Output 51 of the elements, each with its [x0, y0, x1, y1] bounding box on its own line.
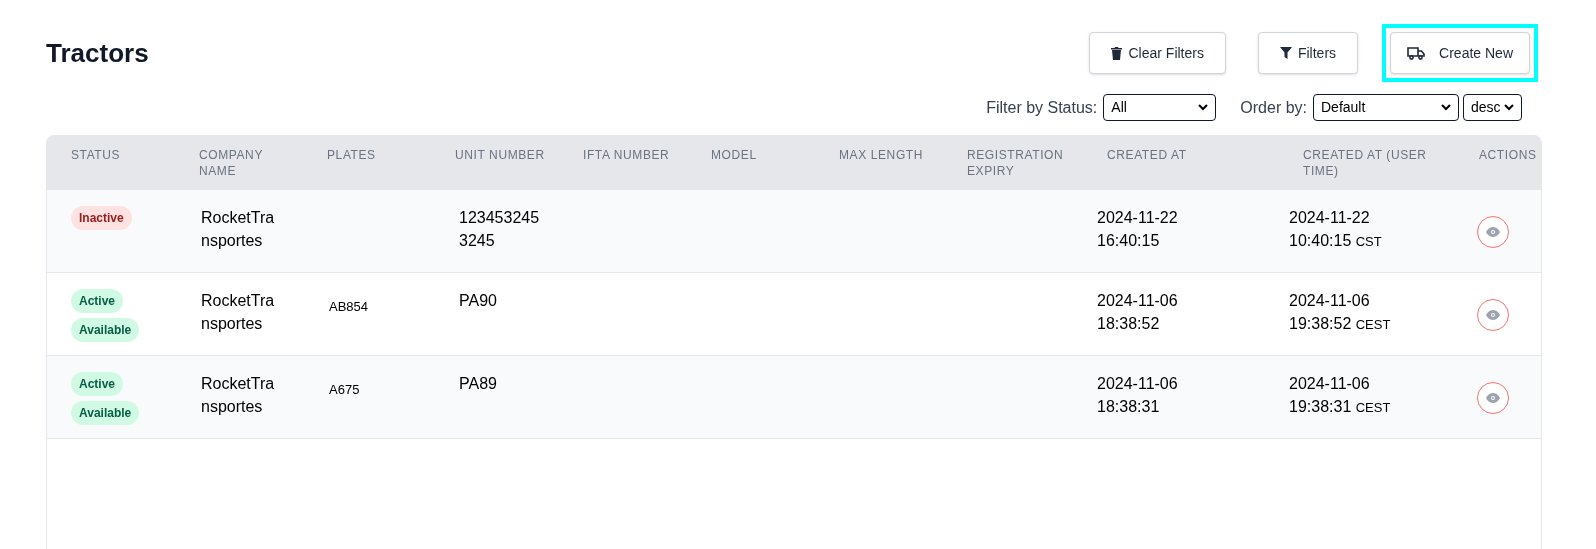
- column-header: REGISTRATION EXPIRY: [967, 147, 1065, 179]
- toolbar-button[interactable]: Filters: [1257, 32, 1359, 74]
- column-header: STATUS: [71, 147, 122, 163]
- eye-icon: [1486, 310, 1500, 320]
- column-header: MAX LENGTH: [839, 147, 924, 163]
- status-badge: Inactive: [71, 206, 132, 230]
- column-header: PLATES: [327, 147, 377, 163]
- status-badge: Active: [71, 372, 124, 396]
- select-dropdown[interactable]: Default: [1313, 94, 1459, 121]
- select-dropdown[interactable]: All: [1103, 94, 1217, 121]
- status-badge: Available: [71, 401, 140, 425]
- table-cell-text: 2024-11-06 19:38:31 CEST: [1289, 374, 1392, 417]
- table-cell-text: 2024-11-22 16:40:15: [1097, 208, 1179, 251]
- column-header: IFTA NUMBER: [583, 147, 671, 163]
- trash-icon: [1111, 46, 1123, 60]
- filter-label: Filter by Status:: [986, 97, 1098, 118]
- table-cell-text: 2024-11-06 18:38:52: [1097, 291, 1179, 334]
- select-dropdown[interactable]: desc: [1463, 94, 1522, 121]
- table-cell-text: PA89: [459, 374, 498, 394]
- table-cell-text: RocketTransportes: [201, 208, 276, 251]
- chevron-icon: [1198, 104, 1209, 111]
- column-header: MODEL: [711, 147, 758, 163]
- funnel-icon: [1279, 47, 1292, 59]
- table-cell-text: RocketTransportes: [201, 291, 276, 334]
- toolbar-button[interactable]: Create New: [1390, 32, 1530, 74]
- column-header: COMPANY NAME: [199, 147, 264, 179]
- column-header: UNIT NUMBER: [455, 147, 546, 163]
- view-button[interactable]: [1477, 382, 1509, 414]
- filter-label: Order by:: [1240, 97, 1307, 118]
- table-cell-text: 1234532453245: [459, 208, 541, 251]
- table-cell-text: 2024-11-06 19:38:52 CEST: [1289, 291, 1392, 334]
- column-header: ACTIONS: [1479, 147, 1538, 163]
- status-badge: Active: [71, 289, 124, 313]
- page-title: Tractors: [46, 37, 149, 70]
- eye-icon: [1486, 227, 1500, 237]
- table-cell-text: 2024-11-06 18:38:31: [1097, 374, 1179, 417]
- table-cell-text: RocketTransportes: [201, 374, 276, 417]
- status-badge: Available: [71, 318, 140, 342]
- table-cell-text: PA90: [459, 291, 498, 311]
- view-button[interactable]: [1477, 299, 1509, 331]
- chevron-icon: [1504, 104, 1514, 111]
- table-cell: A675: [329, 382, 360, 397]
- truck-icon: [1407, 46, 1426, 60]
- view-button[interactable]: [1477, 216, 1509, 248]
- table-cell-text: 2024-11-22 10:40:15 CST: [1289, 208, 1383, 251]
- column-header: CREATED AT (USER TIME): [1303, 147, 1428, 179]
- chevron-icon: [1441, 104, 1451, 111]
- column-header: CREATED AT: [1107, 147, 1188, 163]
- eye-icon: [1486, 393, 1500, 403]
- toolbar-button[interactable]: Clear Filters: [1089, 32, 1226, 74]
- table-cell: AB854: [329, 299, 369, 314]
